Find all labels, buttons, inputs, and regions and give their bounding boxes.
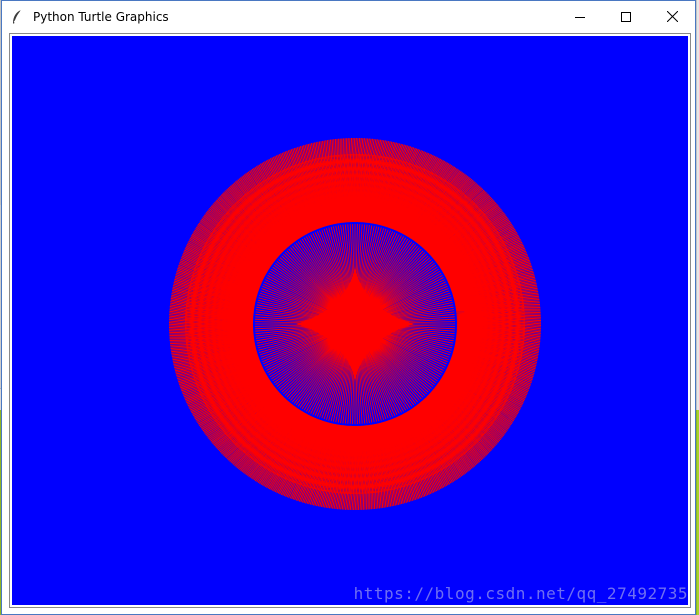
turtle-drawing [12,36,688,605]
window-controls [557,1,695,32]
core-center [325,294,385,354]
feather-icon [9,9,25,25]
minimize-button[interactable] [557,1,603,32]
title-bar[interactable]: Python Turtle Graphics [2,1,695,32]
minimize-icon [575,16,585,18]
maximize-button[interactable] [603,1,649,32]
turtle-window[interactable]: Python Turtle Graphics https://blog.csdn… [1,0,696,615]
maximize-icon [621,11,631,22]
close-button[interactable] [649,1,695,32]
watermark-text: https://blog.csdn.net/qq_27492735 [353,584,688,603]
turtle-canvas-frame: https://blog.csdn.net/qq_27492735 [9,33,691,608]
window-title: Python Turtle Graphics [33,9,169,24]
turtle-canvas[interactable]: https://blog.csdn.net/qq_27492735 [12,36,688,605]
close-icon [666,11,678,22]
